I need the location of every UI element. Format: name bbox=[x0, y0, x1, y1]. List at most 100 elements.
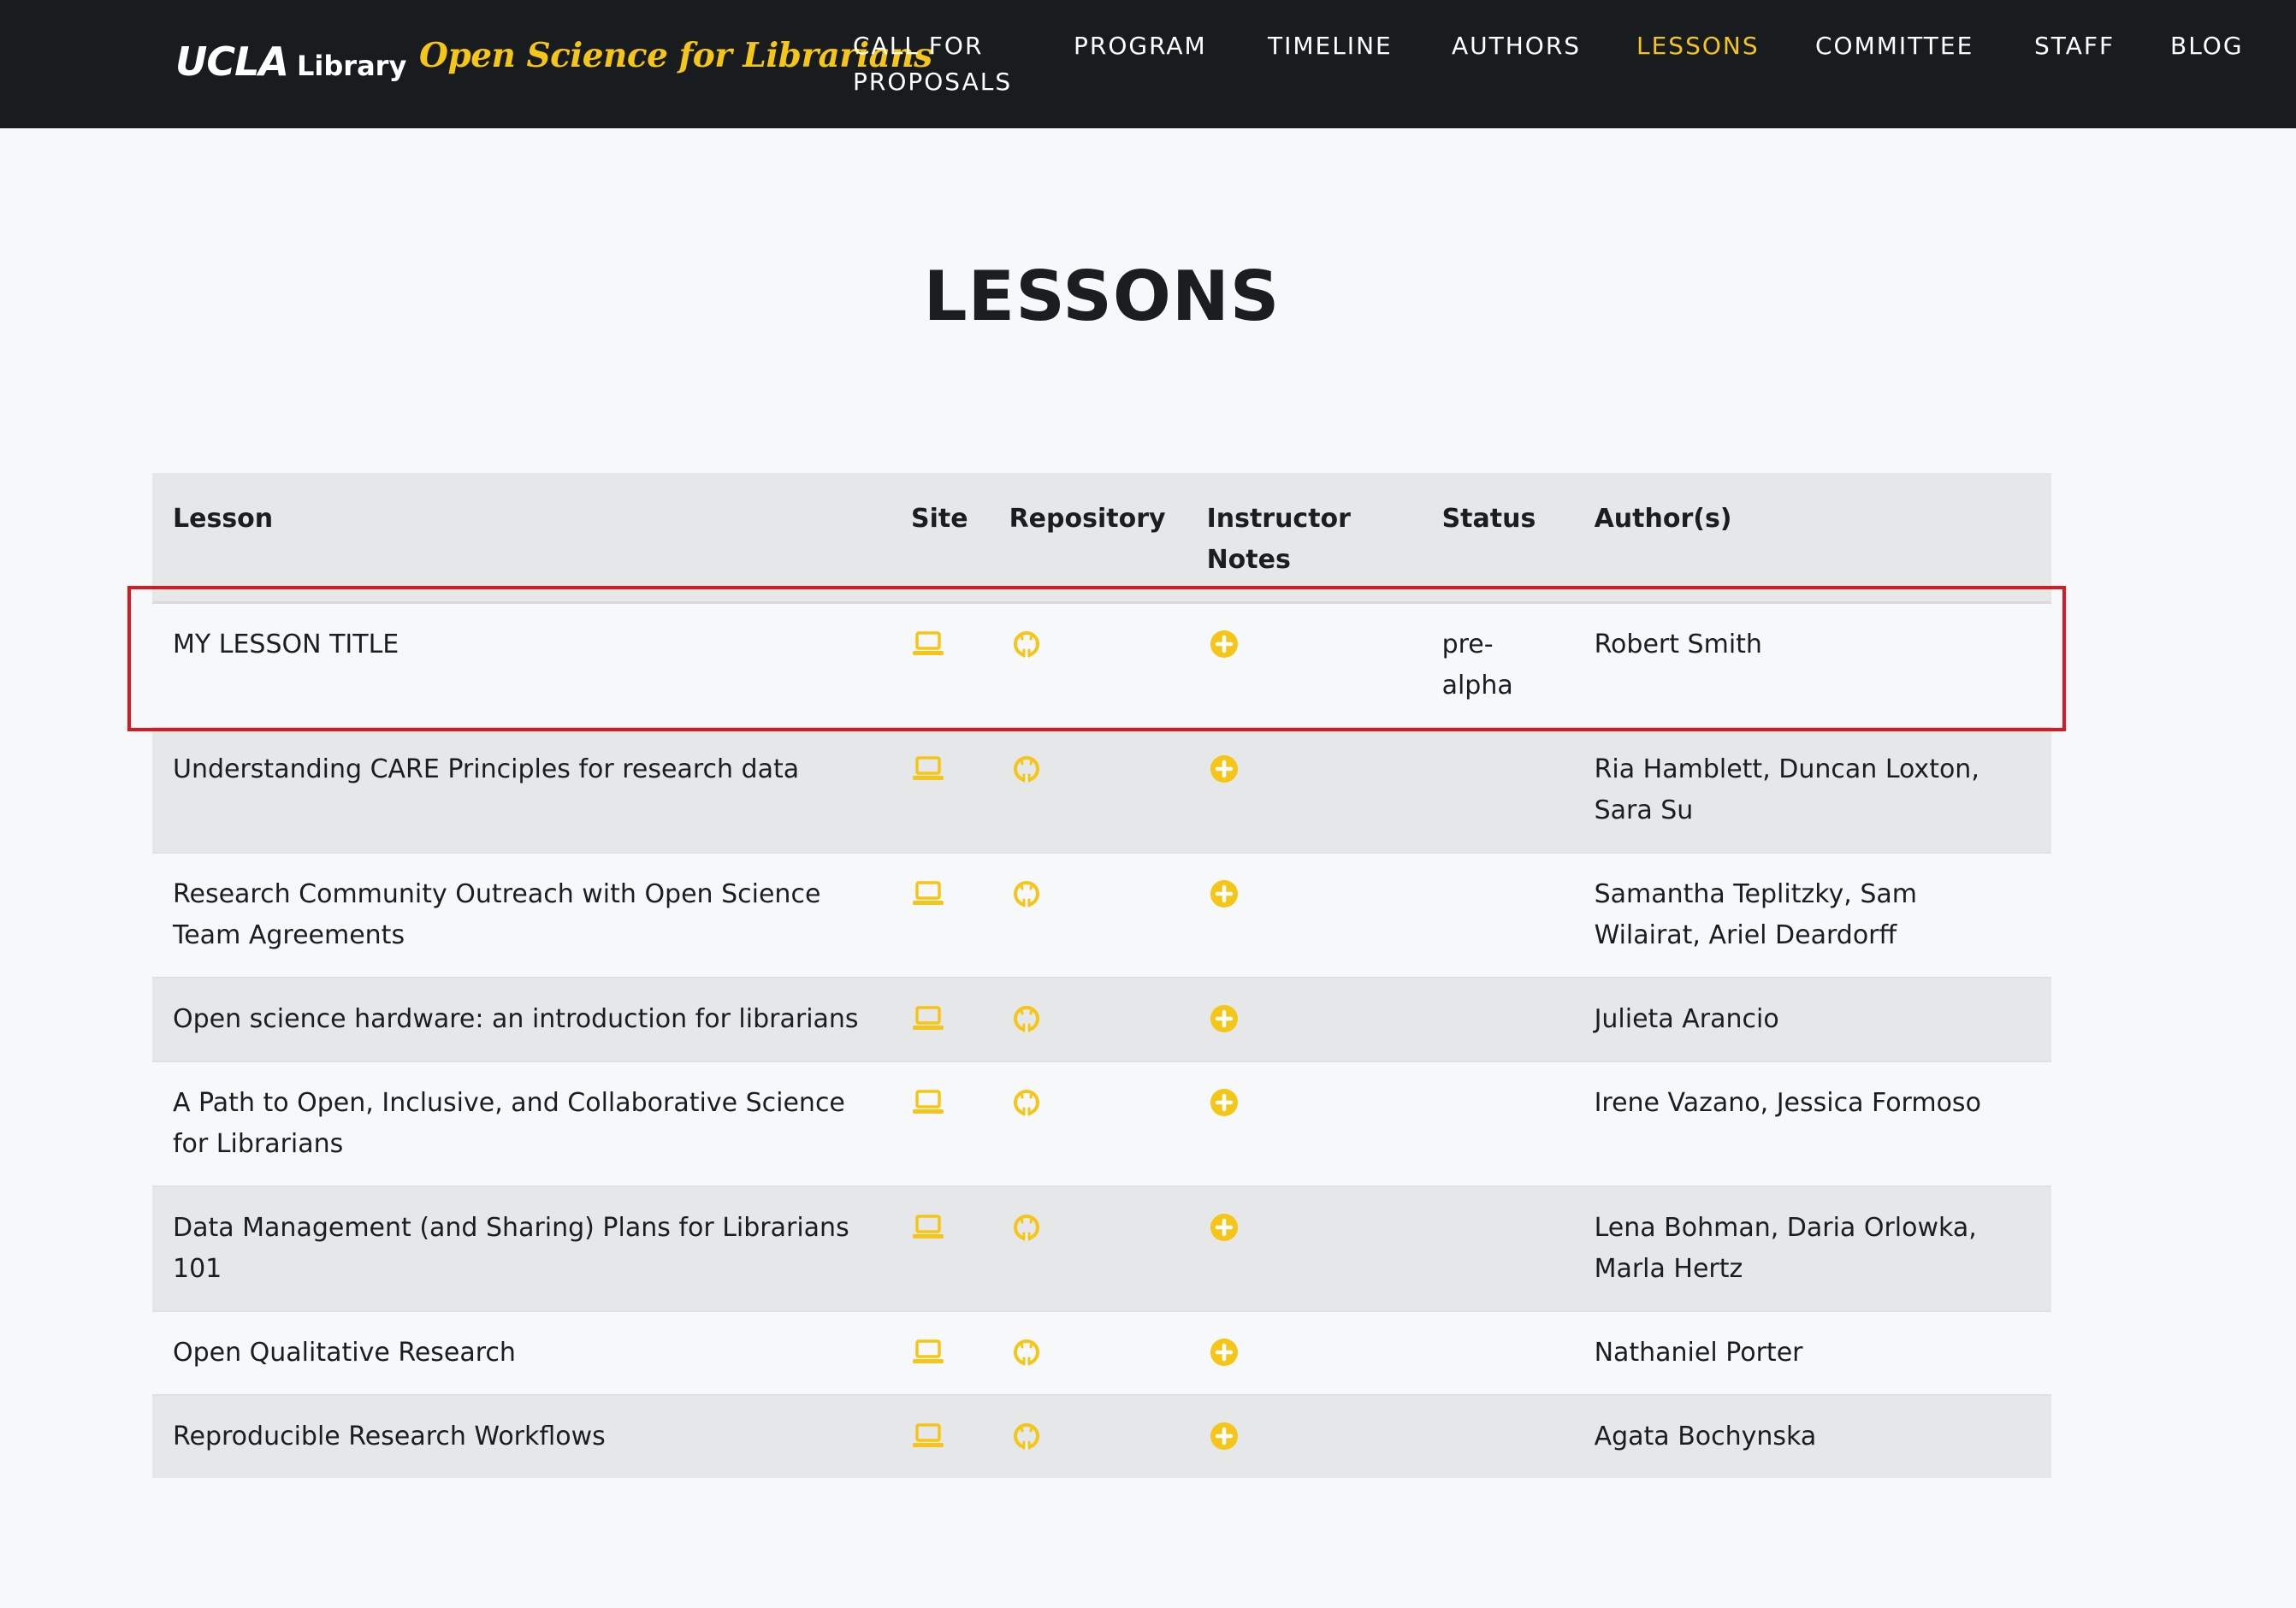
header-row: Lesson Site Repository Instructor Notes … bbox=[152, 473, 2051, 604]
lesson-title-cell: MY LESSON TITLE bbox=[152, 601, 891, 728]
nav-timeline[interactable]: TIMELINE bbox=[1268, 28, 1393, 64]
plus-circle-icon[interactable] bbox=[1207, 1335, 1241, 1369]
lesson-title-cell: Open science hardware: an introduction f… bbox=[152, 977, 891, 1061]
table-row: MY LESSON TITLE pre- alpha Robert Smith bbox=[152, 601, 2051, 728]
logo-ucla-text: UCLA bbox=[175, 38, 289, 85]
nav-call-for-proposals[interactable]: CALL FOR PROPOSALS bbox=[853, 28, 1012, 100]
laptop-icon[interactable] bbox=[911, 1419, 945, 1453]
lesson-title: Open Qualitative Research bbox=[173, 1338, 516, 1368]
lesson-title: A Path to Open, Inclusive, and Collabora… bbox=[173, 1088, 845, 1159]
nav-authors[interactable]: AUTHORS bbox=[1452, 28, 1581, 64]
laptop-icon[interactable] bbox=[911, 1210, 945, 1244]
plus-circle-icon[interactable] bbox=[1207, 1419, 1241, 1453]
instructor-notes-cell bbox=[1186, 601, 1422, 728]
navbar: UCLA Library Open Science for Librarians… bbox=[0, 0, 2296, 128]
status-cell bbox=[1421, 1310, 1574, 1395]
lesson-authors: Ria Hamblett, Duncan Loxton, Sara Su bbox=[1594, 754, 1979, 825]
lesson-title: Data Management (and Sharing) Plans for … bbox=[173, 1213, 849, 1284]
table-row: Data Management (and Sharing) Plans for … bbox=[152, 1185, 2051, 1311]
nav-program[interactable]: PROGRAM bbox=[1074, 28, 1207, 64]
authors-cell: Robert Smith bbox=[1573, 601, 2051, 728]
laptop-icon[interactable] bbox=[911, 1335, 945, 1369]
lesson-authors: Samantha Teplitzky, Sam Wilairat, Ariel … bbox=[1594, 879, 1917, 950]
github-icon[interactable] bbox=[1009, 1419, 1044, 1453]
table-row: Understanding CARE Principles for resear… bbox=[152, 727, 2051, 853]
lesson-title: Understanding CARE Principles for resear… bbox=[173, 754, 800, 784]
site-cell bbox=[891, 601, 989, 728]
site-cell bbox=[891, 1394, 989, 1478]
lesson-title: Open science hardware: an introduction f… bbox=[173, 1004, 859, 1034]
instructor-notes-cell bbox=[1186, 977, 1422, 1061]
plus-circle-icon[interactable] bbox=[1207, 1002, 1241, 1036]
lesson-authors: Robert Smith bbox=[1594, 630, 1762, 659]
lesson-title: Reproducible Research Workflows bbox=[173, 1422, 606, 1451]
page-title: LESSONS bbox=[923, 257, 1281, 336]
nav-call-for-proposals-line2: PROPOSALS bbox=[853, 68, 1013, 96]
lesson-authors: Irene Vazano, Jessica Formoso bbox=[1594, 1088, 1981, 1118]
laptop-icon[interactable] bbox=[911, 877, 945, 911]
repository-cell bbox=[988, 1310, 1186, 1395]
authors-cell: Irene Vazano, Jessica Formoso bbox=[1573, 1061, 2051, 1186]
github-icon[interactable] bbox=[1009, 752, 1044, 786]
plus-circle-icon[interactable] bbox=[1207, 752, 1241, 786]
github-icon[interactable] bbox=[1009, 1002, 1044, 1036]
column-header-instructor-notes-line2: Notes bbox=[1206, 545, 1291, 575]
table-row: A Path to Open, Inclusive, and Collabora… bbox=[152, 1061, 2051, 1186]
laptop-icon[interactable] bbox=[911, 1085, 945, 1120]
lessons-table-body: MY LESSON TITLE pre- alpha Robert Smith … bbox=[152, 601, 2051, 1478]
laptop-icon[interactable] bbox=[911, 752, 945, 786]
plus-circle-icon[interactable] bbox=[1207, 627, 1241, 661]
lesson-title-cell: Open Qualitative Research bbox=[152, 1310, 891, 1395]
repository-cell bbox=[988, 852, 1186, 978]
lesson-title-cell: Research Community Outreach with Open Sc… bbox=[152, 852, 891, 978]
nav-blog[interactable]: BLOG bbox=[2170, 28, 2244, 64]
status-cell bbox=[1421, 1185, 1574, 1311]
lesson-title-cell: Data Management (and Sharing) Plans for … bbox=[152, 1185, 891, 1311]
instructor-notes-cell bbox=[1186, 1185, 1422, 1311]
column-header-status: Status bbox=[1421, 473, 1574, 604]
status-cell bbox=[1421, 1061, 1574, 1186]
plus-circle-icon[interactable] bbox=[1207, 877, 1241, 911]
github-icon[interactable] bbox=[1009, 627, 1044, 661]
repository-cell bbox=[988, 1185, 1186, 1311]
site-cell bbox=[891, 1310, 989, 1395]
lesson-title-cell: Reproducible Research Workflows bbox=[152, 1394, 891, 1478]
github-icon[interactable] bbox=[1009, 1210, 1044, 1244]
github-icon[interactable] bbox=[1009, 877, 1044, 911]
instructor-notes-cell bbox=[1186, 727, 1422, 853]
authors-cell: Lena Bohman, Daria Orlowka, Marla Hertz bbox=[1573, 1185, 2051, 1311]
instructor-notes-cell bbox=[1186, 852, 1422, 978]
column-header-authors: Author(s) bbox=[1573, 473, 2051, 604]
nav-committee[interactable]: COMMITTEE bbox=[1815, 28, 1973, 64]
laptop-icon[interactable] bbox=[911, 1002, 945, 1036]
site-cell bbox=[891, 1061, 989, 1186]
authors-cell: Julieta Arancio bbox=[1573, 977, 2051, 1061]
status-cell: pre- alpha bbox=[1421, 601, 1574, 728]
status-cell bbox=[1421, 727, 1574, 853]
nav-lessons[interactable]: LESSONS bbox=[1636, 28, 1760, 64]
github-icon[interactable] bbox=[1009, 1085, 1044, 1120]
repository-cell bbox=[988, 1394, 1186, 1478]
nav-call-for-proposals-line1: CALL FOR bbox=[853, 32, 984, 60]
column-header-instructor-notes-line1: Instructor bbox=[1206, 504, 1351, 534]
github-icon[interactable] bbox=[1009, 1335, 1044, 1369]
authors-cell: Nathaniel Porter bbox=[1573, 1310, 2051, 1395]
status-line2: alpha bbox=[1441, 671, 1513, 701]
nav-staff[interactable]: STAFF bbox=[2034, 28, 2115, 64]
site-cell bbox=[891, 727, 989, 853]
lesson-title-cell: Understanding CARE Principles for resear… bbox=[152, 727, 891, 853]
repository-cell bbox=[988, 1061, 1186, 1186]
lesson-title: MY LESSON TITLE bbox=[173, 630, 399, 659]
ucla-library-logo[interactable]: UCLA Library bbox=[175, 38, 406, 85]
status-line1: pre- bbox=[1441, 630, 1494, 659]
instructor-notes-cell bbox=[1186, 1394, 1422, 1478]
authors-cell: Agata Bochynska bbox=[1573, 1394, 2051, 1478]
plus-circle-icon[interactable] bbox=[1207, 1210, 1241, 1244]
status-cell bbox=[1421, 852, 1574, 978]
lesson-authors: Julieta Arancio bbox=[1594, 1004, 1779, 1034]
site-cell bbox=[891, 1185, 989, 1311]
laptop-icon[interactable] bbox=[911, 627, 945, 661]
instructor-notes-cell bbox=[1186, 1061, 1422, 1186]
lesson-authors: Agata Bochynska bbox=[1594, 1422, 1817, 1451]
plus-circle-icon[interactable] bbox=[1207, 1085, 1241, 1120]
